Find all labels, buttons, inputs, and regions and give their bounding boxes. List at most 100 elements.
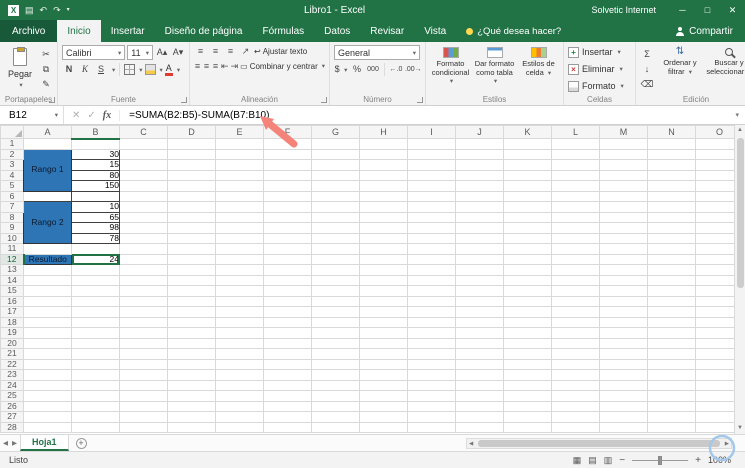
cell-D7[interactable]	[167, 201, 216, 213]
cell-N6[interactable]	[647, 190, 696, 202]
find-select-button[interactable]: Buscar y seleccionar ▾	[706, 45, 745, 93]
cell-C14[interactable]	[119, 274, 168, 286]
row-header-26[interactable]: 26	[0, 400, 24, 412]
cell-E23[interactable]	[215, 369, 264, 381]
row-header-12[interactable]: 12	[0, 253, 25, 265]
row-header-25[interactable]: 25	[0, 390, 24, 402]
cell-A28[interactable]	[23, 421, 72, 433]
cell-H18[interactable]	[359, 316, 408, 328]
cell-A23[interactable]	[23, 369, 72, 381]
cell-M28[interactable]	[599, 421, 648, 433]
cell-L10[interactable]	[551, 232, 600, 244]
cell-G12[interactable]	[311, 253, 360, 265]
paste-button[interactable]: Pegar ▾	[4, 45, 36, 91]
caret-down-icon[interactable]: ▾	[160, 66, 163, 74]
cell-G6[interactable]	[311, 190, 360, 202]
account-user-name[interactable]: Solvetic Internet	[591, 5, 656, 15]
cell-L26[interactable]	[551, 400, 600, 412]
tab-datos[interactable]: Datos	[314, 20, 360, 42]
cell-K17[interactable]	[503, 306, 552, 318]
cell-M14[interactable]	[599, 274, 648, 286]
cell-A27[interactable]	[23, 411, 72, 423]
cell-E5[interactable]	[215, 180, 264, 192]
cell-C6[interactable]	[119, 190, 168, 202]
cell-F4[interactable]	[263, 169, 312, 181]
row-header-23[interactable]: 23	[0, 369, 24, 381]
cell-G15[interactable]	[311, 285, 360, 297]
cell-E14[interactable]	[215, 274, 264, 286]
cell-L4[interactable]	[551, 169, 600, 181]
cell-C3[interactable]	[119, 159, 168, 171]
cell-E8[interactable]	[215, 211, 264, 223]
cell-B19[interactable]	[71, 327, 120, 339]
cell-D1[interactable]	[167, 138, 216, 150]
percent-style-button[interactable]: %	[350, 63, 364, 76]
cell-C24[interactable]	[119, 379, 168, 391]
cell-I25[interactable]	[407, 390, 456, 402]
clear-button[interactable]: ⌫	[640, 78, 654, 91]
cell-H16[interactable]	[359, 295, 408, 307]
cell-K9[interactable]	[503, 222, 552, 234]
cell-J12[interactable]	[455, 253, 504, 265]
row-header-21[interactable]: 21	[0, 348, 24, 360]
cell-K3[interactable]	[503, 159, 552, 171]
cell-K4[interactable]	[503, 169, 552, 181]
cell-E3[interactable]	[215, 159, 264, 171]
dialog-launcher-icon[interactable]	[417, 97, 423, 103]
cell-A16[interactable]	[23, 295, 72, 307]
cell-M1[interactable]	[599, 138, 648, 150]
cell-G19[interactable]	[311, 327, 360, 339]
cell-F24[interactable]	[263, 379, 312, 391]
cell-C1[interactable]	[119, 138, 168, 150]
cell-L5[interactable]	[551, 180, 600, 192]
cell-C12[interactable]	[119, 253, 168, 265]
caret-down-icon[interactable]: ▾	[177, 66, 180, 74]
cell-H12[interactable]	[359, 253, 408, 265]
cell-M26[interactable]	[599, 400, 648, 412]
cell-D2[interactable]	[167, 148, 216, 160]
cell-H5[interactable]	[359, 180, 408, 192]
font-size-select[interactable]: 11 ▾	[127, 45, 153, 60]
cell-K19[interactable]	[503, 327, 552, 339]
cell-I24[interactable]	[407, 379, 456, 391]
row-header-18[interactable]: 18	[0, 316, 24, 328]
row-header-27[interactable]: 27	[0, 411, 24, 423]
cell-J22[interactable]	[455, 358, 504, 370]
cell-G20[interactable]	[311, 337, 360, 349]
cell-A15[interactable]	[23, 285, 72, 297]
align-center-button[interactable]: ≡	[203, 60, 210, 72]
cell-D18[interactable]	[167, 316, 216, 328]
column-header-A[interactable]: A	[23, 125, 72, 139]
cell-D10[interactable]	[167, 232, 216, 244]
column-header-G[interactable]: G	[311, 125, 360, 139]
cell-I23[interactable]	[407, 369, 456, 381]
vertical-scrollbar[interactable]: ▲ ▼	[734, 125, 745, 434]
cell-A14[interactable]	[23, 274, 72, 286]
cell-L18[interactable]	[551, 316, 600, 328]
cell-K24[interactable]	[503, 379, 552, 391]
dialog-launcher-icon[interactable]	[181, 97, 187, 103]
cell-G17[interactable]	[311, 306, 360, 318]
cell-N1[interactable]	[647, 138, 696, 150]
cell-H10[interactable]	[359, 232, 408, 244]
cell-J18[interactable]	[455, 316, 504, 328]
cell-D27[interactable]	[167, 411, 216, 423]
cell-I15[interactable]	[407, 285, 456, 297]
cell-M20[interactable]	[599, 337, 648, 349]
column-header-L[interactable]: L	[551, 125, 600, 139]
cell-A11[interactable]	[23, 243, 72, 255]
cell-L16[interactable]	[551, 295, 600, 307]
expand-formula-bar-icon[interactable]: ▾	[735, 111, 745, 119]
cell-C23[interactable]	[119, 369, 168, 381]
cell-F12[interactable]	[263, 253, 312, 265]
cell-H6[interactable]	[359, 190, 408, 202]
cell-E24[interactable]	[215, 379, 264, 391]
cell-E2[interactable]	[215, 148, 264, 160]
maximize-button[interactable]: □	[695, 0, 720, 20]
cell-I6[interactable]	[407, 190, 456, 202]
zoom-in-button[interactable]: +	[695, 455, 701, 466]
cell-N19[interactable]	[647, 327, 696, 339]
tab-revisar[interactable]: Revisar	[360, 20, 414, 42]
zoom-level-label[interactable]: 100%	[708, 455, 731, 465]
cell-I13[interactable]	[407, 264, 456, 276]
